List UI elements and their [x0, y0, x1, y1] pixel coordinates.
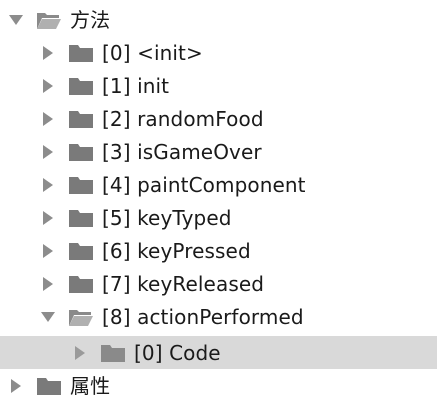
tree-node-label: [0] Code — [134, 340, 221, 365]
folder-icon — [68, 274, 94, 294]
triangle-down-icon[interactable] — [40, 309, 56, 325]
folder-icon — [68, 109, 94, 129]
tree-node-methods[interactable]: 方法 — [0, 3, 441, 36]
tree-node-label: [7] keyReleased — [102, 271, 265, 296]
triangle-right-icon[interactable] — [40, 144, 56, 160]
tree-node-label: [8] actionPerformed — [102, 304, 304, 329]
triangle-right-icon[interactable] — [40, 111, 56, 127]
folder-icon — [68, 175, 94, 195]
project-tree: 方法 [0] <init> [1] init [2] randomFood [3… — [0, 0, 441, 412]
folder-icon — [68, 208, 94, 228]
tree-node-method[interactable]: [0] <init> — [0, 36, 441, 69]
triangle-right-icon[interactable] — [40, 177, 56, 193]
tree-node-label: [6] keyPressed — [102, 238, 251, 263]
folder-icon — [100, 343, 126, 363]
tree-node-method[interactable]: [4] paintComponent — [0, 168, 441, 201]
folder-icon — [68, 241, 94, 261]
triangle-right-icon[interactable] — [8, 378, 24, 394]
tree-node-label: [5] keyTyped — [102, 205, 232, 230]
tree-node-method[interactable]: [1] init — [0, 69, 441, 102]
tree-node-label: 属性 — [70, 373, 111, 398]
folder-icon — [68, 76, 94, 96]
triangle-right-icon[interactable] — [40, 210, 56, 226]
tree-node-code[interactable]: [0] Code — [0, 336, 437, 369]
tree-node-method-expanded[interactable]: [8] actionPerformed — [0, 300, 441, 333]
triangle-right-icon[interactable] — [40, 243, 56, 259]
triangle-down-icon[interactable] — [8, 12, 24, 28]
folder-icon — [36, 376, 62, 396]
tree-node-label: [1] init — [102, 73, 170, 98]
folder-icon — [68, 43, 94, 63]
tree-node-method[interactable]: [3] isGameOver — [0, 135, 441, 168]
triangle-right-icon[interactable] — [40, 276, 56, 292]
triangle-right-icon[interactable] — [40, 45, 56, 61]
tree-node-attributes[interactable]: 属性 — [0, 369, 441, 402]
folder-icon — [68, 142, 94, 162]
folder-open-icon — [36, 10, 62, 30]
tree-node-label: [3] isGameOver — [102, 139, 262, 164]
tree-node-method[interactable]: [7] keyReleased — [0, 267, 441, 300]
tree-node-method[interactable]: [2] randomFood — [0, 102, 441, 135]
triangle-right-icon[interactable] — [40, 78, 56, 94]
tree-node-method[interactable]: [6] keyPressed — [0, 234, 441, 267]
triangle-right-icon[interactable] — [72, 345, 88, 361]
tree-node-label: [2] randomFood — [102, 106, 264, 131]
tree-node-label: 方法 — [70, 7, 111, 32]
tree-node-label: [4] paintComponent — [102, 172, 306, 197]
folder-open-icon — [68, 307, 94, 327]
tree-node-label: [0] <init> — [102, 40, 203, 65]
tree-node-method[interactable]: [5] keyTyped — [0, 201, 441, 234]
